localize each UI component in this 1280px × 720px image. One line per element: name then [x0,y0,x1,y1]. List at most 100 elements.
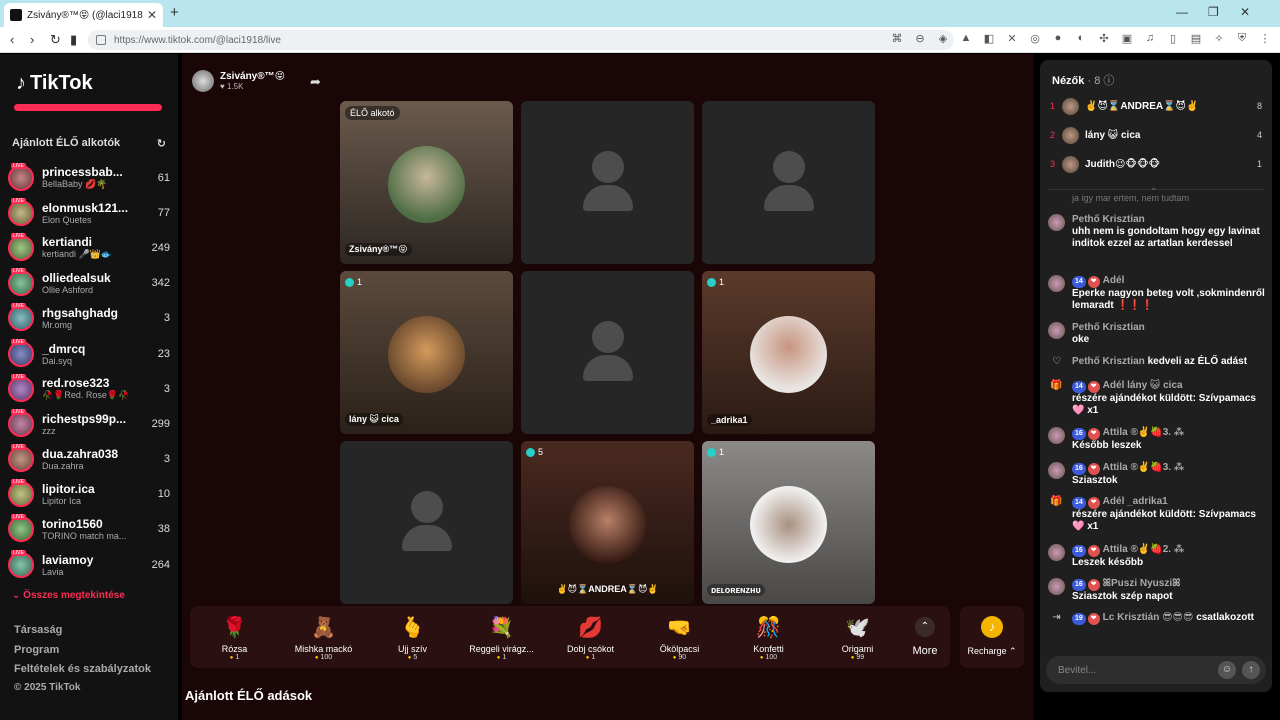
browser-tab[interactable]: Zsivány®™😝 (@laci1918) É... ✕ [4,3,163,27]
message-avatar[interactable] [1048,544,1065,561]
host-avatar[interactable] [192,70,214,92]
sidebar-icon[interactable]: ▯ [1166,32,1180,45]
guest-cell-empty[interactable] [340,441,513,604]
footer-terms[interactable]: Feltételek és szabályzatok [14,663,151,675]
back-icon[interactable]: ‹ [10,32,14,47]
creator-list-item[interactable]: kertiandikertiandi 🎤👑🐟 249 [8,230,170,265]
guest-cell-empty[interactable] [521,271,694,434]
creator-list-item[interactable]: elonmusk121...Elon Quetes 77 [8,195,170,230]
guest-video [569,486,646,563]
message-avatar[interactable] [1048,462,1065,479]
gift-item[interactable]: 🧸 Mishka mackó100 [279,614,368,661]
message-author[interactable]: Attila ®✌️🍓3. ⁂ [1103,462,1184,473]
gift-item[interactable]: 💋 Dobj csókot1 [546,614,635,661]
creator-list-item[interactable]: lipitor.icaLipitor Ica 10 [8,477,170,512]
message-author[interactable]: Attila ®✌️🍓2. ⁂ [1103,544,1184,555]
more-gifts-button[interactable]: ⌃ More [902,617,948,657]
forward-icon[interactable]: › [30,32,34,47]
gift-item[interactable]: 🕊️ Origami99 [813,614,902,661]
gift-item[interactable]: 🤜 Ökölpacsi90 [635,614,724,661]
puzzle-icon[interactable]: ✣ [1097,32,1111,45]
translate-icon[interactable]: ⌘ [890,32,904,45]
top-viewer-row[interactable]: 1 ✌️😈⌛ANDREA⌛😈✌️ 8 [1050,96,1262,116]
guest-cell[interactable]: 1 ᴅᴇʟᴏʀᴇɴᴢʜᴜ [702,441,875,604]
creator-list-item[interactable]: dua.zahra038Dua.zahra 3 [8,442,170,477]
restore-icon[interactable]: ❐ [1208,5,1219,19]
message-author[interactable]: Pethő Krisztian [1072,322,1145,333]
site-info-icon[interactable] [96,35,106,45]
message-avatar[interactable] [1048,322,1065,339]
message-avatar[interactable] [1048,427,1065,444]
creator-list-item[interactable]: olliedealsukOllie Ashford 342 [8,266,170,301]
minimize-icon[interactable]: — [1176,5,1188,19]
footer-company[interactable]: Társaság [14,624,62,636]
message-author[interactable]: ꕤPuszi Nyusziꕤ [1103,578,1181,589]
creator-list-item[interactable]: _dmrcqDai.syq 23 [8,336,170,371]
menu-icon[interactable]: ⋮ [1258,32,1272,45]
send-icon[interactable]: ↑ [1242,661,1260,679]
chat-message: 🎁 14 ❤ Adél _adrika1 részére ajándékot küldö… [1048,496,1266,533]
top-viewer-row[interactable]: 2 lány 😺 cica 4 [1050,125,1262,145]
extension-2-icon[interactable]: ✕ [1005,32,1019,45]
viewer-count: 3 [163,453,170,466]
guest-cell[interactable]: 5 ✌️😈⌛ANDREA⌛😈✌️ [521,441,694,604]
close-tab-icon[interactable]: ✕ [147,8,157,22]
message-author[interactable]: Pethő Krisztian [1072,356,1145,367]
chat-input[interactable]: Bevitel... ☺ ↑ [1046,656,1266,684]
bookmark-icon[interactable]: ▮ [70,32,77,48]
creator-list-item[interactable]: laviamoyLavia 264 [8,547,170,582]
guest-cell[interactable]: 1 lány 😺 cica [340,271,513,434]
creator-list-item[interactable]: richestps99p...zzz 299 [8,406,170,441]
extension-7-icon[interactable]: ▤ [1189,32,1203,45]
message-avatar[interactable] [1048,275,1065,292]
message-author[interactable]: Adél lány 😺 cica [1103,380,1183,391]
gift-item[interactable]: 🎊 Konfetti100 [724,614,813,661]
creator-list-item[interactable]: princessbab...BellaBaby 💋🌴 61 [8,160,170,195]
guest-cell[interactable]: 1 _adrika1 [702,271,875,434]
top-viewer-row[interactable]: 3 Judith😉🐵🐵🐵 1 [1050,154,1262,174]
extension-4-icon[interactable]: ● [1051,32,1065,45]
footer-program[interactable]: Program [14,644,59,656]
recharge-button[interactable]: ♪ Recharge ⌃ [960,606,1024,668]
gift-item[interactable]: 🌹 Rózsa1 [190,614,279,661]
viewer-count: 38 [157,523,170,536]
message-author[interactable]: Pethő Krisztian [1072,214,1145,225]
address-bar[interactable]: https://www.tiktok.com/@laci1918/live [88,30,954,50]
extension-6-icon[interactable]: ▣ [1120,32,1134,45]
reload-icon[interactable]: ↻ [50,32,61,48]
message-author[interactable]: Adél [1103,275,1125,286]
gift-item[interactable]: 💐 Reggeli virágz...1 [457,614,546,661]
refresh-icon[interactable]: ↻ [157,137,166,150]
sparkle-icon[interactable]: ✧ [1212,32,1226,45]
host-info[interactable]: Zsivány®™😝 ♥ 1.5K [192,70,285,92]
creator-list-item[interactable]: rhgsahghadgMr.omg 3 [8,301,170,336]
message-author[interactable]: Lc Krisztián 😎😎😎 [1103,612,1194,623]
new-tab-icon[interactable]: + [170,4,179,21]
warning-icon[interactable]: ▲ [959,32,973,45]
tiktok-logo[interactable]: ♪ TikTok [16,72,93,95]
message-avatar[interactable] [1048,214,1065,231]
share-icon[interactable]: ➦ [310,74,321,90]
chevron-down-icon[interactable]: ⌄ [1150,182,1158,193]
gift-item[interactable]: 🫰 Ujj szív5 [368,614,457,661]
extension-1-icon[interactable]: ◧ [982,32,996,45]
creator-list-item[interactable]: torino1560TORINO match ma... 38 [8,512,170,547]
guest-cell-empty[interactable] [521,101,694,264]
security-icon[interactable]: ⛨ [1235,32,1249,45]
shield-icon[interactable]: ◈ [936,32,950,45]
emoji-icon[interactable]: ☺ [1218,661,1236,679]
message-text: oke [1072,334,1090,345]
creator-list-item[interactable]: red.rose323🥀🌹Red. Rose🌹🥀 3 [8,371,170,406]
message-author[interactable]: Attila ®✌️🍓3. ⁂ [1103,427,1184,438]
guest-cell-host[interactable]: ÉLŐ alkotó Zsivány®™😝 [340,101,513,264]
guest-cell-empty[interactable] [702,101,875,264]
zoom-icon[interactable]: ⊖ [913,32,927,45]
music-icon[interactable]: ♫ [1143,32,1157,45]
close-window-icon[interactable]: ✕ [1240,5,1250,19]
message-avatar[interactable] [1048,578,1065,595]
message-author[interactable]: Adél _adrika1 [1103,496,1168,507]
extension-5-icon[interactable]: ◐ [1074,32,1088,45]
viewer-name: ✌️😈⌛ANDREA⌛😈✌️ [1085,100,1199,112]
see-all-link[interactable]: ⌄ Összes megtekintése [12,590,125,601]
extension-3-icon[interactable]: ◎ [1028,32,1042,45]
